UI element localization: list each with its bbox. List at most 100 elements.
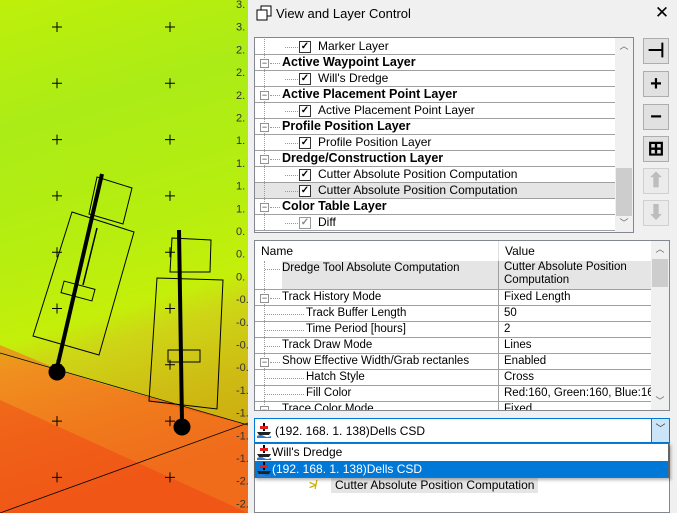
layer-item[interactable]: ✓ Marker Layer [255,39,616,55]
add-layer-icon: + [650,73,662,95]
collapse-icon[interactable]: − [260,203,269,212]
property-value[interactable]: Fixed [498,402,652,410]
y-axis-label: -1. [236,408,248,420]
collapse-icon[interactable]: − [260,123,269,132]
y-axis-label: 3. [236,0,245,11]
y-axis-label: 2. [236,67,245,79]
layer-checkbox[interactable]: ✓ [299,105,311,117]
collapse-icon[interactable]: − [260,59,269,68]
property-row[interactable]: − Trace Color Mode Fixed [255,402,652,411]
collapse-icon[interactable]: − [260,406,269,410]
y-axis-label: 3. [236,22,245,34]
layer-item[interactable]: ✓ Active Placement Point Layer [255,103,616,119]
layer-item[interactable]: ✓ Diff [255,215,616,231]
property-value[interactable]: 2 [498,322,652,337]
layer-group-label: Profile Position Layer [282,119,411,133]
property-value[interactable]: Cutter Absolute Position Computation [498,261,652,289]
collapse-icon[interactable]: − [260,358,269,367]
map-view[interactable]: 3. 3. 2. 2. 2. 2. 1. 1. 1. 1. 0. 0. 0. -0. -0. -0. -0. -1… [0,0,248,513]
property-row[interactable]: Fill Color Red:160, Green:160, Blue:160 [255,386,660,402]
vessel-option-label: Will's Dredge [272,445,343,459]
dredge-vessel-icon [257,445,271,460]
layer-item-label: Cutter Absolute Position Computation [318,183,518,197]
move-up-icon: ⬆ [647,170,665,192]
property-row[interactable]: − Track History Mode Fixed Length [255,290,652,306]
y-axis-label: -0. [236,362,248,374]
layer-item[interactable]: ✓ Profile Position Layer [255,135,616,151]
property-value[interactable]: Cross [498,370,652,385]
header-value: Value [498,241,535,261]
layer-tree-scrollbar[interactable]: ︿ ﹀ [615,38,633,232]
property-grid-scrollbar[interactable]: ︿ ﹀ [651,241,669,410]
layer-checkbox[interactable]: ✓ [299,217,311,229]
collapse-icon[interactable]: − [260,91,269,100]
y-axis-label: -1. [236,430,248,442]
y-axis-label: 1. [236,135,245,147]
layer-checkbox[interactable]: ✓ [299,185,311,197]
scroll-down-icon[interactable]: ﹀ [615,215,633,232]
layer-item[interactable]: ✓ Cutter Absolute Position Computation [255,183,616,199]
property-name: Fill Color [306,387,352,399]
property-row[interactable]: Track Buffer Length 50 [255,306,652,322]
vessel-option[interactable]: Will's Dredge [255,444,668,460]
layer-group[interactable]: − Dredge/Construction Layer [255,151,616,167]
collapse-icon[interactable]: − [260,155,269,164]
y-axis-label: -1. [236,385,248,397]
dock-button[interactable]: ⊣ [643,38,669,64]
scroll-down-icon[interactable]: ﹀ [651,393,669,410]
property-name: Track Draw Mode [282,339,373,351]
computation-icon: ≯ [309,478,317,492]
layer-tree[interactable]: ✓ Marker Layer − Active Waypoint Layer ✓ Will… [254,37,634,233]
y-axis-label: 0. [236,271,245,283]
window-restore-icon[interactable] [256,5,272,21]
layer-item[interactable]: ✓ Will's Dredge [255,71,616,87]
computation-item-label: Cutter Absolute Position Computation [335,478,535,492]
close-button[interactable]: ✕ [653,3,671,23]
layer-checkbox[interactable]: ✓ [299,73,311,85]
property-row[interactable]: − Show Effective Width/Grab rectanles Enab… [255,354,652,370]
computation-item[interactable]: ≯ Cutter Absolute Position Computation [309,477,539,493]
vessel-option[interactable]: (192. 168. 1. 138)Dells CSD [255,461,668,477]
layer-item-label: Active Placement Point Layer [318,103,475,117]
layer-checkbox[interactable]: ✓ [299,169,311,181]
expand-all-button[interactable]: ⊞ [643,136,669,162]
layer-checkbox[interactable]: ✓ [299,41,311,53]
vessel-dropdown-list[interactable]: Will's Dredge (192. 168. 1. 138)Dells CSD [254,443,669,478]
layer-checkbox[interactable]: ✓ [299,137,311,149]
property-row[interactable]: Time Period [hours] 2 [255,322,652,338]
move-down-button[interactable]: ⬇ [643,200,669,226]
property-grid[interactable]: Name Value Dredge Tool Absolute Computat… [254,240,670,411]
add-layer-button[interactable]: + [643,71,669,97]
property-value[interactable]: Red:160, Green:160, Blue:160 [498,386,660,401]
property-value[interactable]: Fixed Length [498,290,652,305]
layer-item-label: Cutter Absolute Position Computation [318,167,518,181]
property-row[interactable]: Hatch Style Cross [255,370,652,386]
property-name: Track History Mode [282,291,382,303]
property-value[interactable]: Lines [498,338,652,353]
layer-group[interactable]: − Active Placement Point Layer [255,87,616,103]
move-up-button[interactable]: ⬆ [643,168,669,194]
chevron-down-icon[interactable]: ﹀ [651,419,669,442]
remove-layer-button[interactable]: − [643,104,669,130]
scroll-up-icon[interactable]: ︿ [615,38,633,55]
layer-group[interactable]: − Color Table Layer [255,199,616,215]
scroll-up-icon[interactable]: ︿ [651,241,669,258]
scroll-thumb[interactable] [616,168,632,216]
layer-group[interactable]: − Profile Position Layer [255,119,616,135]
collapse-icon[interactable]: − [260,294,269,303]
vessel-option-label: (192. 168. 1. 138)Dells CSD [272,462,423,476]
property-name: Dredge Tool Absolute Computation [282,261,498,289]
layer-group[interactable]: − Active Waypoint Layer [255,55,616,71]
scroll-thumb[interactable] [652,259,668,287]
view-layer-control-panel: View and Layer Control ✕ ✓ Marker Layer − A… [248,0,677,513]
property-name: Trace Color Mode [282,403,374,411]
layer-item[interactable]: ✓ Cutter Absolute Position Computation [255,167,616,183]
property-row[interactable]: Track Draw Mode Lines [255,338,652,354]
property-value[interactable]: 50 [498,306,652,321]
y-axis-label: 2. [236,44,245,56]
property-row[interactable]: Dredge Tool Absolute Computation Cutter A… [255,261,652,290]
layer-group-label: Active Placement Point Layer [282,87,458,101]
vessel-select[interactable]: (192. 168. 1. 138)Dells CSD ﹀ [254,418,670,443]
property-value[interactable]: Enabled [498,354,652,369]
layer-group-label: Dredge/Construction Layer [282,151,444,165]
